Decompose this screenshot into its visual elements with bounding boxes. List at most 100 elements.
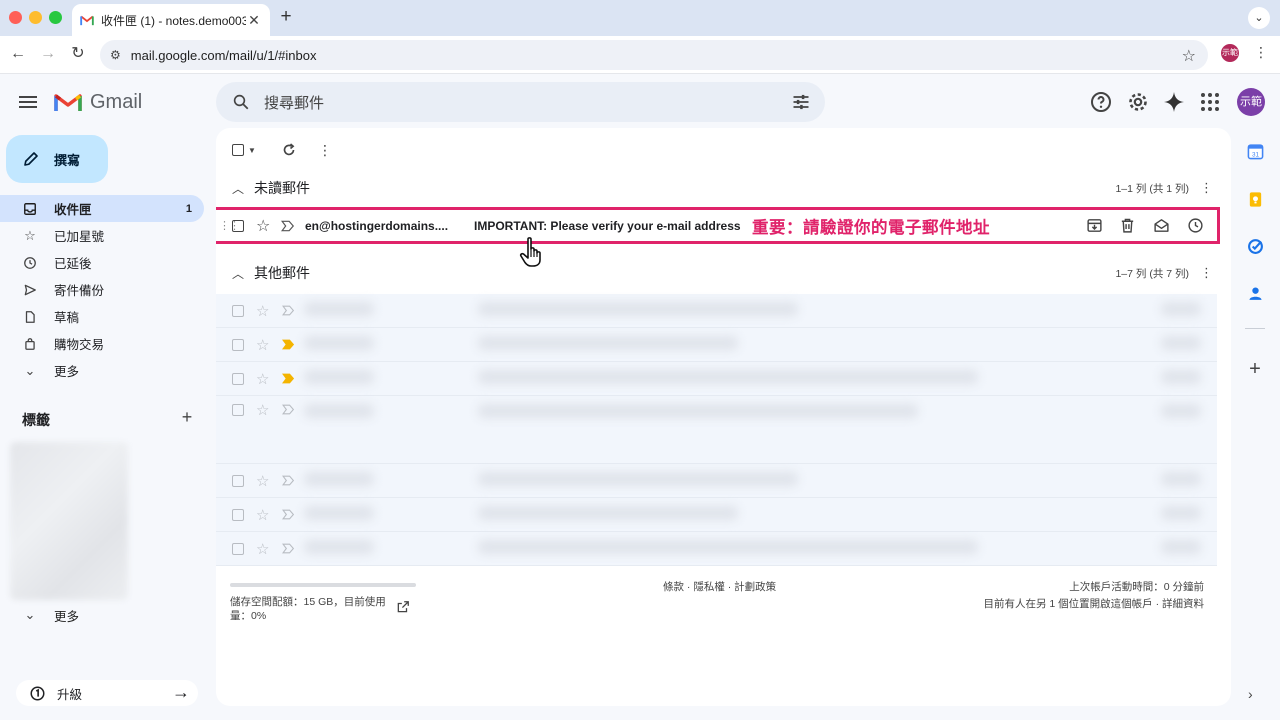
help-icon[interactable]	[1089, 90, 1113, 114]
tasks-icon[interactable]	[1247, 238, 1264, 255]
compose-label: 撰寫	[54, 152, 81, 168]
select-all-checkbox[interactable]: ▼	[232, 140, 256, 160]
contacts-icon[interactable]	[1247, 285, 1264, 302]
email-row[interactable]: ☆	[216, 396, 1217, 464]
search-options-icon[interactable]	[791, 92, 811, 112]
window-minimize-button[interactable]	[29, 11, 42, 24]
sidebar-item-snoozed[interactable]: 已延後	[0, 249, 204, 276]
importance-marker-icon[interactable]	[282, 294, 295, 327]
row-checkbox[interactable]	[232, 294, 244, 327]
browser-tab-gmail[interactable]: 收件匣 (1) - notes.demo003@ ✕	[72, 4, 270, 36]
new-tab-button[interactable]: +	[276, 7, 296, 27]
sidebar-item-inbox[interactable]: 收件匣 1	[0, 195, 204, 222]
sidebar-item-label: 草稿	[54, 311, 80, 325]
email-row[interactable]: ☆	[216, 532, 1217, 566]
rail-collapse-chevron-icon[interactable]: ›	[1248, 686, 1253, 702]
more-actions-icon[interactable]: ⋮	[318, 140, 332, 160]
search-icon[interactable]	[232, 93, 250, 111]
add-label-icon[interactable]: +	[179, 408, 195, 426]
star-icon[interactable]: ☆	[256, 464, 269, 497]
forward-icon[interactable]: →	[38, 44, 58, 64]
open-elsewhere-text[interactable]: 目前有人在另 1 個位置開啟這個帳戶 · 詳細資料	[983, 596, 1204, 613]
row-checkbox[interactable]	[232, 210, 244, 241]
chevron-up-icon[interactable]: ︿	[232, 180, 244, 197]
row-checkbox[interactable]	[232, 464, 244, 497]
row-checkbox[interactable]	[232, 532, 244, 565]
browser-menu-icon[interactable]: ⋮	[1254, 44, 1268, 61]
window-close-button[interactable]	[9, 11, 22, 24]
bookmark-star-icon[interactable]: ☆	[1182, 46, 1196, 66]
mark-as-read-icon[interactable]	[1153, 217, 1170, 234]
email-row[interactable]: ☆	[216, 498, 1217, 532]
tab-search-chevron-icon[interactable]: ⌄	[1248, 7, 1270, 29]
labels-more[interactable]: ⌄ 更多	[22, 605, 202, 625]
delete-icon[interactable]	[1119, 217, 1136, 234]
shopping-icon	[22, 336, 38, 352]
importance-marker-icon[interactable]	[281, 210, 295, 241]
sidebar-item-sent[interactable]: 寄件備份	[0, 276, 204, 303]
open-in-new-icon[interactable]	[396, 600, 410, 614]
get-addons-plus-icon[interactable]: +	[1246, 359, 1264, 379]
account-avatar[interactable]: 示範	[1237, 88, 1265, 116]
reload-icon[interactable]: ↻	[68, 44, 88, 64]
blurred-subject	[478, 302, 798, 316]
labels-heading: 標籤	[22, 412, 50, 428]
email-row[interactable]: ☆	[216, 294, 1217, 328]
row-checkbox[interactable]	[232, 498, 244, 531]
window-zoom-button[interactable]	[49, 11, 62, 24]
star-icon[interactable]: ☆	[256, 210, 270, 241]
row-checkbox[interactable]	[232, 376, 244, 443]
caret-down-icon[interactable]: ▼	[248, 146, 256, 155]
blurred-date	[1161, 370, 1201, 384]
email-row-highlighted[interactable]: ⋮⋮ ☆ en@hostingerdomains.... IMPORTANT: …	[216, 207, 1220, 244]
storage-quota-text: 儲存空間配額：15 GB，目前使用量：0%	[230, 596, 386, 622]
settings-gear-icon[interactable]	[1126, 90, 1150, 114]
star-icon[interactable]: ☆	[256, 328, 269, 361]
snooze-icon[interactable]	[1187, 217, 1204, 234]
gmail-logo[interactable]: Gmail	[54, 91, 142, 114]
address-bar[interactable]: ⚙ mail.google.com/mail/u/1/#inbox ☆	[100, 40, 1208, 70]
email-row[interactable]: ☆	[216, 464, 1217, 498]
sidebar-item-drafts[interactable]: 草稿	[0, 303, 204, 330]
section-more-icon[interactable]: ⋮	[1200, 180, 1213, 196]
site-info-icon[interactable]: ⚙	[110, 48, 121, 62]
importance-marker-icon[interactable]	[282, 328, 295, 361]
refresh-icon[interactable]	[280, 140, 298, 160]
compose-button[interactable]: 撰寫	[6, 135, 108, 183]
search-bar[interactable]: 搜尋郵件	[216, 82, 825, 122]
chevron-up-icon[interactable]: ︿	[232, 265, 244, 282]
importance-marker-icon[interactable]	[282, 376, 295, 443]
email-row[interactable]: ☆	[216, 362, 1217, 396]
gemini-sparkle-icon[interactable]	[1162, 90, 1186, 114]
mail-footer: 儲存空間配額：15 GB，目前使用量：0% 條款 · 隱私權 · 計劃政策 上次…	[216, 578, 1231, 658]
star-icon[interactable]: ☆	[256, 498, 269, 531]
tab-close-icon[interactable]: ✕	[246, 12, 262, 29]
keep-icon[interactable]	[1247, 191, 1264, 208]
apps-grid-icon[interactable]	[1198, 90, 1222, 114]
sidebar-item-more[interactable]: ⌄ 更多	[0, 357, 204, 384]
importance-marker-icon[interactable]	[282, 498, 295, 531]
other-section-header[interactable]: ︿ 其他郵件 1–7 列 (共 7 列) ⋮	[216, 259, 1231, 287]
star-icon[interactable]: ☆	[256, 294, 269, 327]
browser-titlebar: 收件匣 (1) - notes.demo003@ ✕ + ⌄	[0, 0, 1280, 36]
svg-text:31: 31	[1252, 151, 1260, 158]
sidebar-item-purchases[interactable]: 購物交易	[0, 330, 204, 357]
star-icon[interactable]: ☆	[256, 376, 269, 443]
policy-links[interactable]: 條款 · 隱私權 · 計劃政策	[663, 579, 776, 594]
browser-profile-avatar[interactable]: 示範	[1221, 44, 1239, 62]
email-row[interactable]: ☆	[216, 328, 1217, 362]
sidebar-item-starred[interactable]: ☆ 已加星號	[0, 222, 204, 249]
importance-marker-icon[interactable]	[282, 532, 295, 565]
section-more-icon[interactable]: ⋮	[1200, 265, 1213, 281]
main-menu-icon[interactable]	[19, 93, 39, 113]
upgrade-button[interactable]: 升級 →	[16, 680, 198, 706]
calendar-icon[interactable]: 31	[1247, 143, 1264, 160]
unread-section-header[interactable]: ︿ 未讀郵件 1–1 列 (共 1 列) ⋮	[216, 174, 1231, 202]
search-input[interactable]: 搜尋郵件	[264, 92, 324, 113]
importance-marker-icon[interactable]	[282, 464, 295, 497]
blurred-sender	[304, 506, 374, 520]
archive-icon[interactable]	[1086, 217, 1103, 234]
row-checkbox[interactable]	[232, 328, 244, 361]
back-icon[interactable]: ←	[8, 44, 28, 64]
star-icon[interactable]: ☆	[256, 532, 269, 565]
